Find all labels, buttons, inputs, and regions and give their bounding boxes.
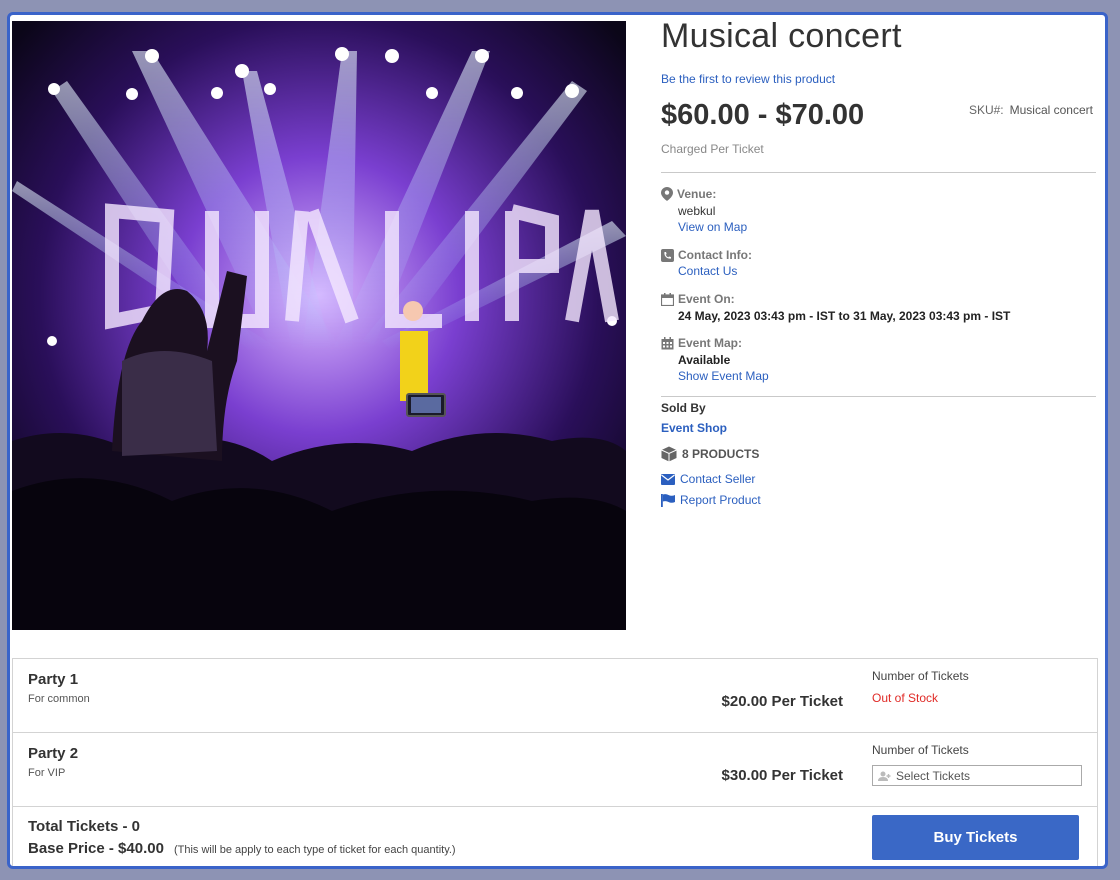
event-map-label: Event Map: [678, 336, 743, 350]
totals-section: Total Tickets - 0 Base Price - $40.00 (Th… [13, 807, 1097, 866]
out-of-stock-status: Out of Stock [872, 691, 939, 705]
select-tickets-placeholder: Select Tickets [896, 768, 971, 783]
ticket-name: Party 2 [28, 745, 79, 762]
envelope-icon [661, 473, 675, 485]
ticket-qty-label: Number of Tickets [872, 669, 969, 683]
event-map-info: Event Map: Available Show Event Map [661, 336, 769, 383]
calendar-icon [661, 292, 674, 306]
event-on-label: Event On: [678, 292, 735, 306]
ticket-row: Party 1 For common $20.00 Per Ticket Num… [13, 659, 1097, 733]
venue-value: webkul [678, 204, 716, 218]
contact-label: Contact Info: [678, 248, 752, 262]
products-count[interactable]: 8 PRODUCTS [661, 446, 759, 462]
price-range: $60.00 - $70.00 [661, 99, 865, 131]
event-on-info: Event On: 24 May, 2023 03:43 pm - IST to… [661, 292, 1010, 323]
map-pin-icon [661, 187, 673, 201]
product-title: Musical concert [661, 17, 902, 55]
contact-seller-link[interactable]: Contact Seller [680, 472, 755, 486]
sku: SKU#: Musical concert [969, 103, 1093, 117]
divider [661, 172, 1096, 173]
contact-seller[interactable]: Contact Seller [661, 472, 755, 486]
ticket-price: $30.00 Per Ticket [721, 767, 843, 784]
show-event-map-link[interactable]: Show Event Map [661, 369, 769, 383]
phone-icon [661, 248, 674, 262]
event-on-value: 24 May, 2023 03:43 pm - IST to 31 May, 2… [678, 309, 1011, 323]
sold-by-label: Sold By [661, 401, 706, 415]
report-product-link[interactable]: Report Product [680, 493, 761, 507]
flag-icon [661, 493, 675, 507]
product-page: Musical concert Be the first to review t… [7, 12, 1108, 869]
venue-label: Venue: [677, 187, 717, 201]
calendar-grid-icon [661, 336, 674, 349]
contact-us-link[interactable]: Contact Us [661, 264, 752, 278]
sku-value: Musical concert [1009, 103, 1093, 117]
ticket-desc: For VIP [28, 767, 66, 779]
box-icon [661, 446, 677, 462]
product-image[interactable] [12, 21, 626, 630]
select-tickets-input[interactable]: Select Tickets [872, 765, 1082, 786]
ticket-table: Party 1 For common $20.00 Per Ticket Num… [12, 658, 1098, 866]
base-price-note: (This will be apply to each type of tick… [173, 844, 456, 856]
shop-link[interactable]: Event Shop [661, 421, 727, 435]
review-link[interactable]: Be the first to review this product [661, 72, 835, 86]
ticket-qty-label: Number of Tickets [872, 743, 969, 757]
view-on-map-link[interactable]: View on Map [661, 220, 747, 234]
user-icon [878, 771, 891, 781]
event-map-value: Available [678, 353, 731, 367]
ticket-name: Party 1 [28, 671, 79, 688]
base-price-line: Base Price - $40.00 (This will be apply t… [28, 840, 456, 857]
ticket-desc: For common [28, 693, 90, 705]
ticket-row: Party 2 For VIP $30.00 Per Ticket Number… [13, 733, 1097, 807]
ticket-price: $20.00 Per Ticket [721, 693, 843, 710]
divider [661, 396, 1096, 397]
price-note: Charged Per Ticket [661, 142, 764, 156]
total-tickets: Total Tickets - 0 [28, 818, 140, 835]
base-price: Base Price - $40.00 [28, 840, 164, 857]
report-product[interactable]: Report Product [661, 493, 761, 507]
sku-label: SKU#: [968, 103, 1004, 117]
contact-info: Contact Info: Contact Us [661, 248, 752, 278]
products-count-label: 8 PRODUCTS [682, 447, 760, 461]
buy-tickets-button[interactable]: Buy Tickets [872, 815, 1079, 860]
venue-info: Venue: webkul View on Map [661, 187, 747, 234]
